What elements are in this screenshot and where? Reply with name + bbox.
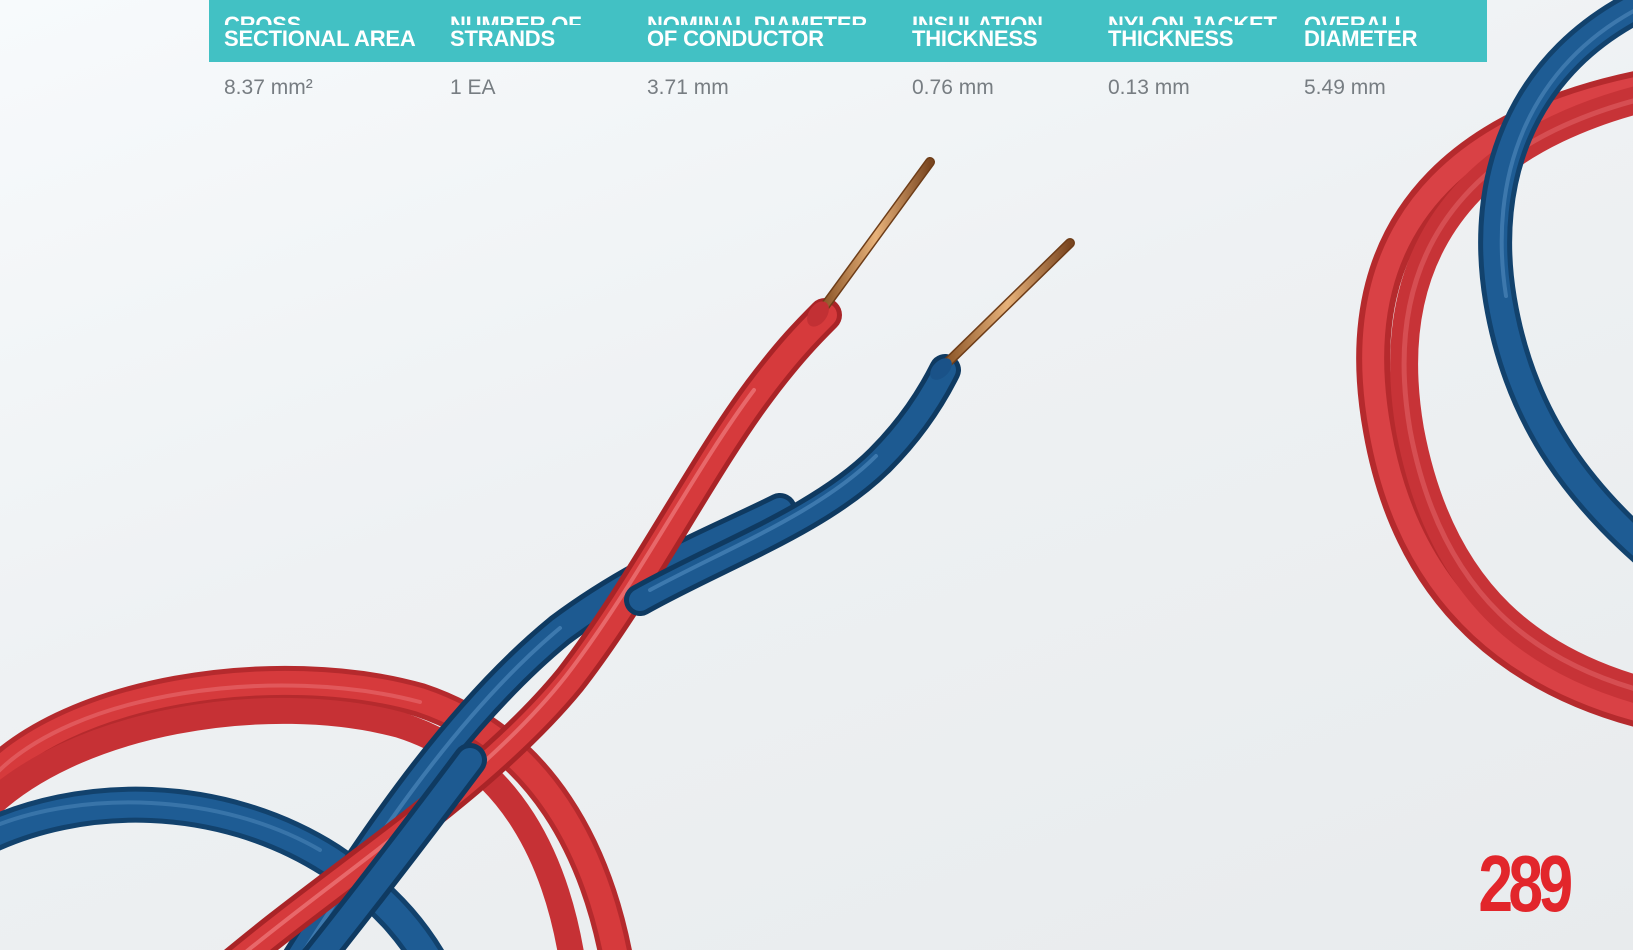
cell-overall-diameter: 5.49 mm — [1304, 76, 1386, 99]
twisted-pair — [224, 157, 1075, 950]
twisted-wire-photo — [0, 0, 1633, 950]
cell-insulation-thickness: 0.76 mm — [912, 76, 994, 99]
cell-nominal-diameter: 3.71 mm — [647, 76, 729, 99]
header-overall-diameter: OVERALL DIAMETER — [1289, 0, 1487, 62]
header-number-of-strands: NUMBER OF STRANDS — [435, 0, 632, 62]
header-nominal-diameter: NOMINAL DIAMETER OF CONDUCTOR — [632, 0, 897, 62]
header-insulation-thickness: INSULATION THICKNESS — [897, 0, 1093, 62]
table-row: 8.37 mm² 1 EA 3.71 mm 0.76 mm 0.13 mm 5.… — [209, 62, 1487, 114]
spec-table-header-row: CROSS SECTIONAL AREA NUMBER OF STRANDS N… — [209, 0, 1487, 62]
page-number: 289 — [1477, 839, 1573, 928]
catalog-page: CROSS SECTIONAL AREA NUMBER OF STRANDS N… — [0, 0, 1633, 950]
cell-number-of-strands: 1 EA — [450, 76, 496, 99]
header-nylon-jacket-thickness: NYLON JACKET THICKNESS — [1093, 0, 1289, 62]
cable-spec-table: CROSS SECTIONAL AREA NUMBER OF STRANDS N… — [209, 0, 1487, 114]
header-cross-sectional-area: CROSS SECTIONAL AREA — [209, 0, 435, 62]
cell-cross-sectional-area: 8.37 mm² — [224, 76, 313, 99]
cell-nylon-jacket-thickness: 0.13 mm — [1108, 76, 1190, 99]
